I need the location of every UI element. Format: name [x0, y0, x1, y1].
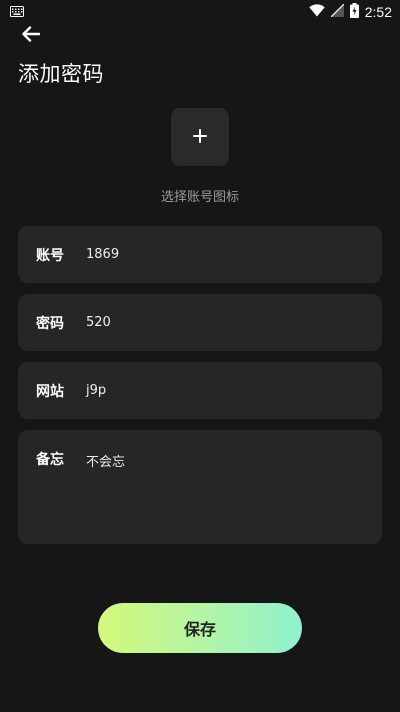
wifi-icon [309, 4, 325, 20]
password-input[interactable]: 520 [86, 315, 368, 330]
save-button[interactable]: 保存 [98, 603, 302, 653]
website-label: 网站 [36, 384, 64, 400]
page-title: 添加密码 [18, 62, 104, 86]
website-field[interactable]: 网站 j9p [18, 362, 382, 419]
battery-icon [349, 3, 359, 21]
status-left [10, 5, 24, 20]
plus-icon [193, 128, 207, 147]
signal-icon [330, 3, 345, 20]
note-label: 备忘 [36, 452, 64, 468]
password-label: 密码 [36, 316, 64, 332]
account-field[interactable]: 账号 1869 [18, 226, 382, 283]
website-input[interactable]: j9p [86, 383, 368, 398]
password-field[interactable]: 密码 520 [18, 294, 382, 351]
account-label: 账号 [36, 248, 64, 264]
back-arrow-icon [22, 26, 41, 46]
status-right: 2:52 [309, 3, 392, 21]
status-time: 2:52 [364, 4, 392, 20]
keyboard-icon [10, 5, 24, 20]
account-input[interactable]: 1869 [86, 247, 368, 262]
account-icon-picker-button[interactable] [171, 108, 229, 166]
note-textarea[interactable]: 不会忘 [86, 451, 368, 470]
icon-picker-label: 选择账号图标 [160, 190, 239, 205]
status-bar: 2:52 [0, 0, 400, 24]
note-field[interactable]: 备忘 不会忘 [18, 430, 382, 544]
back-button[interactable] [14, 22, 48, 50]
